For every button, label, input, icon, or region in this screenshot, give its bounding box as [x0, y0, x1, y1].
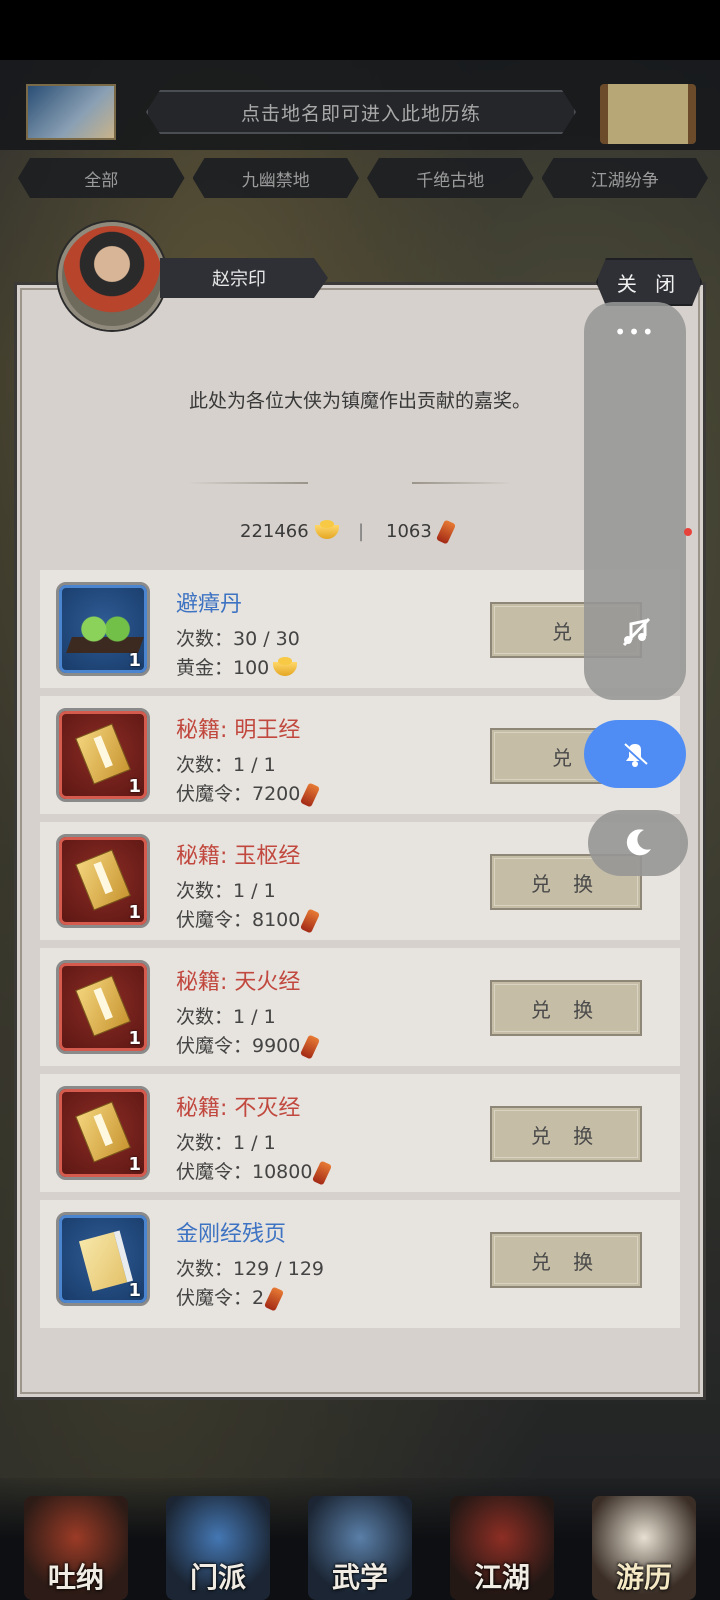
item-count: 次数：1 / 1 — [176, 880, 276, 902]
item-cost-text: 伏魔令：2 — [176, 1287, 265, 1309]
gold-ingot-icon — [273, 656, 298, 676]
fumo-token-icon — [312, 1159, 333, 1186]
gold-amount: 221466 — [240, 521, 309, 542]
floating-toolbar: ••• — [584, 302, 686, 700]
fumo-token-icon — [435, 519, 456, 545]
item-count: 次数：1 / 1 — [176, 754, 276, 776]
item-qty: 1 — [128, 902, 141, 923]
divider-left — [188, 482, 308, 484]
bottom-nav: 吐纳 门派 武学 江湖 游历 — [0, 1478, 720, 1600]
gold-balance: 221466 — [240, 520, 339, 542]
nav-label: 江湖 — [473, 1561, 530, 1594]
item-count: 次数：30 / 30 — [176, 628, 300, 650]
npc-name: 赵宗印 — [212, 269, 266, 290]
scroll-page-icon — [78, 1230, 134, 1292]
item-icon[interactable]: 1 — [56, 1212, 150, 1306]
item-cost: 伏魔令：8100 — [176, 905, 321, 934]
book-icon — [75, 849, 131, 911]
list-item: 1 秘籍: 不灭经 次数：1 / 1 伏魔令：10800 兑 换 — [40, 1074, 680, 1192]
nav-label: 游历 — [615, 1561, 672, 1594]
nav-label: 吐纳 — [47, 1561, 104, 1594]
item-qty: 1 — [128, 650, 141, 671]
fumo-token-icon — [300, 1033, 321, 1060]
item-icon[interactable]: 1 — [56, 960, 150, 1054]
mute-notification-button[interactable] — [584, 720, 686, 788]
tab-qianjue[interactable]: 千绝古地 — [367, 158, 534, 198]
night-mode-button[interactable] — [588, 810, 688, 876]
list-item: 1 秘籍: 玉枢经 次数：1 / 1 伏魔令：8100 兑 换 — [40, 822, 680, 940]
item-icon[interactable]: 1 — [56, 708, 150, 802]
close-button[interactable]: 关 闭 — [596, 258, 702, 306]
moon-icon — [626, 829, 651, 856]
region-tabs: 全部 九幽禁地 千绝古地 江湖纷争 — [18, 158, 708, 198]
status-bar — [0, 0, 720, 60]
hint-text: 点击地名即可进入此地历练 — [240, 102, 481, 125]
item-name: 秘籍: 不灭经 — [176, 1096, 301, 1121]
fumo-token-icon — [300, 907, 321, 934]
item-cost-text: 伏魔令：10800 — [176, 1161, 313, 1183]
divider-right — [412, 482, 512, 484]
exchange-button[interactable]: 兑 换 — [490, 1232, 642, 1288]
nav-label: 武学 — [331, 1561, 388, 1594]
item-cost: 伏魔令：10800 — [176, 1157, 333, 1186]
list-item: 1 金刚经残页 次数：129 / 129 伏魔令：2 兑 换 — [40, 1200, 680, 1318]
item-cost: 黄金：100 — [176, 653, 298, 680]
item-name: 秘籍: 玉枢经 — [176, 844, 301, 869]
item-qty: 1 — [128, 776, 141, 797]
item-icon[interactable]: 1 — [56, 1086, 150, 1180]
item-cost: 伏魔令：2 — [176, 1283, 285, 1312]
book-icon — [75, 1101, 131, 1163]
item-icon[interactable]: 1 — [56, 834, 150, 928]
nav-menpai[interactable]: 门派 — [166, 1496, 270, 1600]
fumo-token-icon — [264, 1285, 285, 1312]
item-qty: 1 — [128, 1028, 141, 1049]
fumo-token-icon — [300, 781, 321, 808]
list-next-item-edge — [40, 1318, 680, 1328]
nav-label: 门派 — [189, 1561, 246, 1594]
item-name: 避瘴丹 — [176, 592, 243, 617]
item-cost: 伏魔令：7200 — [176, 779, 321, 808]
item-cost-text: 伏魔令：8100 — [176, 909, 301, 931]
npc-avatar — [58, 222, 166, 330]
tab-jiuyou[interactable]: 九幽禁地 — [193, 158, 360, 198]
item-name: 金刚经残页 — [176, 1222, 287, 1247]
currency-separator: | — [358, 521, 365, 542]
bell-off-icon — [622, 743, 648, 767]
item-cost-text: 伏魔令：9900 — [176, 1035, 301, 1057]
item-icon[interactable]: 1 — [56, 582, 150, 676]
item-cost-text: 黄金：100 — [176, 657, 270, 679]
tab-jianghu[interactable]: 江湖纷争 — [542, 158, 709, 198]
pill-icon — [77, 615, 133, 643]
hint-bar: 点击地名即可进入此地历练 — [146, 90, 576, 134]
item-count: 次数：129 / 129 — [176, 1258, 325, 1280]
nav-youli[interactable]: 游历 — [592, 1496, 696, 1600]
book-icon — [75, 975, 131, 1037]
item-qty: 1 — [128, 1280, 141, 1301]
tab-all[interactable]: 全部 — [18, 158, 185, 198]
item-cost-text: 伏魔令：7200 — [176, 783, 301, 805]
token-balance: 1063 — [386, 519, 456, 545]
nav-wuxue[interactable]: 武学 — [308, 1496, 412, 1600]
item-count: 次数：1 / 1 — [176, 1132, 276, 1154]
item-count: 次数：1 / 1 — [176, 1006, 276, 1028]
notification-dot — [684, 528, 692, 536]
exchange-button[interactable]: 兑 换 — [490, 1106, 642, 1162]
nav-tuna[interactable]: 吐纳 — [24, 1496, 128, 1600]
nav-jianghu[interactable]: 江湖 — [450, 1496, 554, 1600]
item-qty: 1 — [128, 1154, 141, 1175]
more-icon[interactable]: ••• — [584, 320, 686, 344]
book-icon — [75, 723, 131, 785]
exchange-button[interactable]: 兑 换 — [490, 980, 642, 1036]
npc-name-tag: 赵宗印 — [160, 258, 328, 298]
map-scroll-icon[interactable] — [600, 84, 696, 144]
item-cost: 伏魔令：9900 — [176, 1031, 321, 1060]
token-amount: 1063 — [386, 521, 432, 542]
gold-ingot-icon — [314, 520, 339, 539]
music-off-icon[interactable] — [620, 616, 652, 648]
region-thumbnail[interactable] — [26, 84, 116, 140]
item-name: 秘籍: 明王经 — [176, 718, 301, 743]
item-name: 秘籍: 天火经 — [176, 970, 301, 995]
list-item: 1 秘籍: 天火经 次数：1 / 1 伏魔令：9900 兑 换 — [40, 948, 680, 1066]
